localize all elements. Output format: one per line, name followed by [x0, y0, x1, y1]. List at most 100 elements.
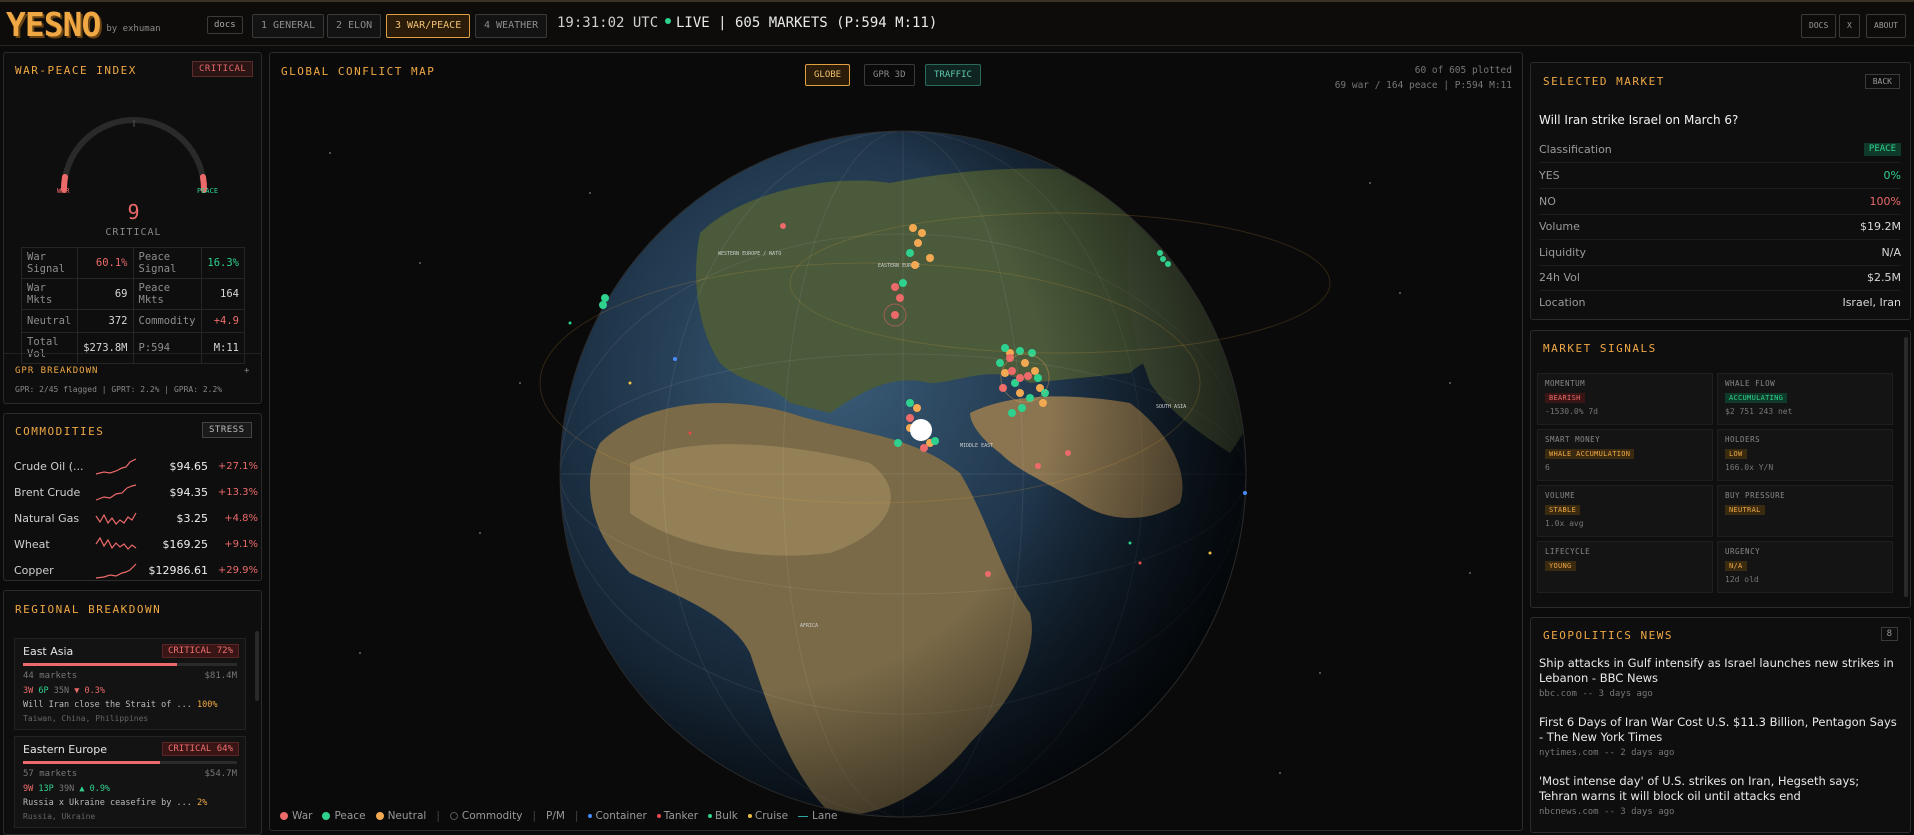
- signal-detail: -1530.0% 7d: [1545, 407, 1598, 416]
- scrollbar[interactable]: [1904, 337, 1908, 597]
- commodity-name: Natural Gas: [14, 511, 80, 525]
- commodity-change: +27.1%: [217, 460, 258, 472]
- signal-title: HOLDERS: [1725, 435, 1761, 444]
- region-volume: $54.7M: [204, 769, 237, 779]
- commodity-dot-icon: [449, 812, 458, 820]
- commodity-row[interactable]: Natural Gas $3.25 +4.8%: [14, 506, 258, 530]
- x-button[interactable]: X: [1839, 14, 1860, 38]
- peace-dot-icon: [322, 812, 331, 820]
- commodity-price: $12986.61: [148, 563, 209, 577]
- lane-line-icon: [798, 815, 809, 817]
- legend-separator: |: [574, 810, 579, 822]
- stat-value: 16.3%: [201, 247, 245, 279]
- legend-commodity: Commodity: [449, 810, 523, 822]
- tab-weather[interactable]: 4 WEATHER: [475, 14, 548, 38]
- geopolitics-news-panel: GEOPOLITICS NEWS 8 Ship attacks in Gulf …: [1530, 617, 1911, 833]
- scrollbar[interactable]: [255, 631, 259, 701]
- gpr-breakdown-title[interactable]: GPR BREAKDOWN: [15, 366, 98, 376]
- tab-elon[interactable]: 2 ELON: [327, 14, 382, 38]
- signal-detail: 1.0x avg: [1545, 519, 1584, 528]
- commodity-row[interactable]: Crude Oil (... $94.65 +27.1%: [14, 454, 258, 478]
- region-market-count: 44 markets: [23, 671, 78, 681]
- stat-label: Neutral: [20, 309, 79, 333]
- stat-label: War Mkts: [20, 278, 79, 310]
- region-neutral-count: 35N: [53, 686, 70, 696]
- region-question-pct: 100%: [197, 700, 218, 710]
- legend-war: War: [280, 810, 312, 822]
- signal-badge: STABLE: [1545, 505, 1581, 515]
- signal-title: URGENCY: [1725, 547, 1761, 556]
- legend-container-label: Container: [595, 810, 647, 822]
- sparkline-icon: [95, 484, 137, 501]
- stat-value: +4.9: [201, 309, 245, 333]
- commodity-row[interactable]: Brent Crude $94.35 +13.3%: [14, 480, 258, 504]
- stat-label: Commodity: [132, 309, 203, 333]
- signal-momentum: MOMENTUM BEARISH -1530.0% 7d: [1537, 373, 1713, 425]
- region-market-count: 57 markets: [23, 769, 78, 779]
- globe-canvas[interactable]: WESTERN EUROPE / NATO EASTERN EUROPE MID…: [270, 53, 1523, 831]
- signal-whale-flow: WHALE FLOW ACCUMULATING $2 751 243 net: [1717, 373, 1893, 425]
- legend-tanker-label: Tanker: [663, 810, 699, 822]
- legend-commodity-label: Commodity: [461, 810, 523, 822]
- signal-volume: VOLUME STABLE 1.0x avg: [1537, 485, 1713, 537]
- byline: by exhuman: [106, 24, 161, 34]
- tab-general[interactable]: 1 GENERAL: [252, 14, 325, 38]
- legend-tanker: Tanker: [656, 810, 699, 822]
- signal-badge: NEUTRAL: [1725, 505, 1765, 515]
- stats-row: War Mkts 69 Peace Mkts 164: [20, 278, 245, 310]
- tab-war-peace[interactable]: 3 WAR/PEACE: [386, 14, 471, 38]
- sparkline-icon: [95, 536, 137, 550]
- selected-market-marker[interactable]: [910, 419, 932, 441]
- index-value: 9: [127, 200, 140, 224]
- row-value: N/A: [1881, 246, 1901, 259]
- commodity-change: +13.3%: [217, 486, 258, 498]
- regional-breakdown-panel: REGIONAL BREAKDOWN East Asia CRITICAL 72…: [3, 590, 262, 835]
- signal-holders: HOLDERS LOW 166.0x Y/N: [1717, 429, 1893, 481]
- stat-label: Peace Signal: [132, 247, 203, 279]
- about-button[interactable]: ABOUT: [1866, 14, 1907, 38]
- back-button[interactable]: BACK: [1864, 74, 1900, 89]
- region-trend: ▼ 0.3%: [74, 686, 105, 696]
- commodity-row[interactable]: Wheat $169.25 +9.1%: [14, 532, 258, 556]
- docs-button[interactable]: DOCS: [1801, 14, 1837, 38]
- commodity-price: $94.65: [169, 459, 209, 473]
- divider: [4, 353, 261, 354]
- signal-detail: $2 751 243 net: [1725, 407, 1793, 416]
- market-question: Will Iran strike Israel on March 6?: [1539, 113, 1739, 127]
- global-conflict-map[interactable]: GLOBAL CONFLICT MAP GLOBE GPR 3D TRAFFIC…: [269, 52, 1523, 831]
- news-item[interactable]: Ship attacks in Gulf intensify as Israel…: [1539, 656, 1901, 699]
- row-label: 24h Vol: [1539, 271, 1580, 284]
- signal-badge: YOUNG: [1545, 561, 1576, 571]
- news-headline: 'Most intense day' of U.S. strikes on Ir…: [1539, 774, 1860, 803]
- gpr-expand-toggle[interactable]: +: [244, 366, 249, 376]
- docs-link[interactable]: docs: [207, 16, 243, 34]
- row-value: $19.2M: [1860, 220, 1901, 233]
- news-headline: First 6 Days of Iran War Cost U.S. $11.3…: [1539, 715, 1897, 744]
- panel-title: MARKET SIGNALS: [1543, 342, 1657, 355]
- gauge-war-label: WAR: [57, 187, 70, 195]
- region-volume: $81.4M: [204, 671, 237, 681]
- stat-value: $273.8M: [77, 332, 134, 364]
- legend-peace-label: Peace: [334, 810, 366, 822]
- classification-badge: PEACE: [1863, 143, 1901, 156]
- region-level-bar: [23, 761, 237, 764]
- globe-shading: [560, 131, 1246, 817]
- legend-pm: P/M: [545, 810, 565, 822]
- status-badge: CRITICAL: [192, 61, 254, 77]
- logo[interactable]: YESNO by exhuman: [6, 8, 161, 42]
- region-card-eastern-europe[interactable]: Eastern Europe CRITICAL 64% 57 markets $5…: [14, 736, 246, 828]
- stat-label: Total Vol: [20, 332, 79, 364]
- stats-row: Neutral 372 Commodity +4.9: [20, 309, 245, 333]
- news-item[interactable]: 'Most intense day' of U.S. strikes on Ir…: [1539, 774, 1901, 817]
- legend-separator: |: [436, 810, 440, 822]
- signal-badge: WHALE ACCUMULATION: [1545, 449, 1635, 459]
- region-neutral-count: 39N: [58, 784, 75, 794]
- news-item[interactable]: First 6 Days of Iran War Cost U.S. $11.3…: [1539, 715, 1901, 758]
- region-card-east-asia[interactable]: East Asia CRITICAL 72% 44 markets $81.4M …: [14, 638, 246, 730]
- commodity-row[interactable]: Copper $12986.61 +29.9%: [14, 558, 258, 582]
- signal-title: SMART MONEY: [1545, 435, 1601, 444]
- signal-title: BUY PRESSURE: [1725, 491, 1786, 500]
- row-label: Volume: [1539, 220, 1580, 233]
- index-gauge: [60, 117, 208, 193]
- region-top-question: Will Iran close the Strait of ...: [23, 700, 192, 710]
